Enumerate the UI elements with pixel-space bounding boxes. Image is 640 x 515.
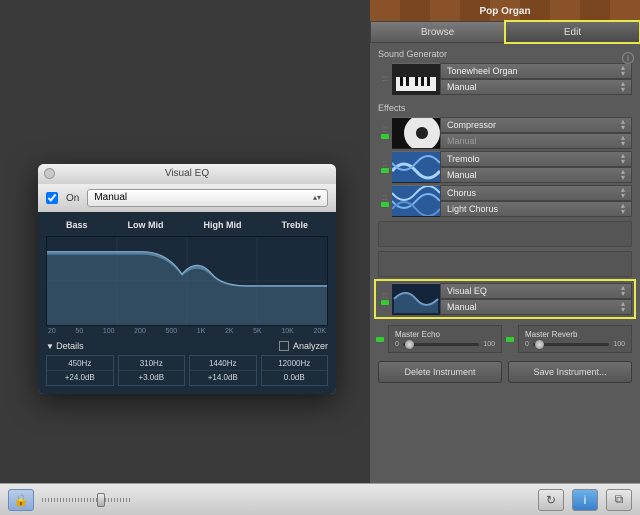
eq-details-toggle[interactable]: Details — [46, 341, 84, 351]
eq-band-headers: Bass Low Mid High Mid Treble — [46, 220, 328, 230]
empty-effect-slot[interactable] — [378, 221, 632, 247]
slot-handle[interactable]: :: — [378, 63, 392, 95]
loop-button[interactable]: ↻ — [538, 489, 564, 511]
master-echo: Master Echo 0100 — [388, 325, 502, 353]
eq-on-label: On — [66, 193, 79, 204]
effect-preset-dropdown[interactable]: Light Chorus▴▾ — [440, 201, 632, 217]
visual-eq-slot-highlight: :: Visual EQ▴▾ Manual▴▾ — [376, 281, 634, 317]
visual-eq-slot: :: Visual EQ▴▾ Manual▴▾ — [378, 283, 632, 315]
eq-titlebar[interactable]: Visual EQ — [38, 164, 336, 184]
chevron-updown-icon: ▴▾ — [313, 190, 321, 206]
bottom-toolbar: 🔒 ↻ i ⧉ — [0, 483, 640, 515]
master-reverb-led[interactable] — [506, 337, 514, 342]
effect-thumb[interactable] — [392, 117, 440, 149]
tab-edit[interactable]: Edit — [505, 21, 640, 43]
eq-band-cell[interactable]: 1440Hz+14.0dB — [189, 355, 257, 386]
effect-thumb[interactable] — [392, 151, 440, 183]
generator-preset-dropdown[interactable]: Manual▴▾ — [440, 79, 632, 95]
media-button[interactable]: ⧉ — [606, 489, 632, 511]
effect-preset-dropdown[interactable]: Manual▴▾ — [440, 133, 632, 149]
slot-handle[interactable]: :: — [378, 151, 392, 183]
inspector-panel: Pop Organ Browse Edit i Sound Generator … — [370, 0, 640, 483]
inspector-tabs: Browse Edit — [370, 21, 640, 43]
eq-band-cell[interactable]: 12000Hz0.0dB — [261, 355, 329, 386]
slot-handle[interactable]: :: — [378, 283, 392, 315]
tab-browse[interactable]: Browse — [370, 21, 505, 43]
effects-label: Effects — [370, 97, 640, 115]
visual-eq-window: Visual EQ On Manual ▴▾ Bass Low Mid High… — [38, 164, 336, 394]
visual-eq-thumb[interactable] — [392, 283, 440, 315]
eq-on-checkbox[interactable] — [46, 192, 58, 204]
lock-button[interactable]: 🔒 — [8, 489, 34, 511]
effect-name-dropdown[interactable]: Chorus▴▾ — [440, 185, 632, 201]
effect-thumb[interactable] — [392, 185, 440, 217]
empty-effect-slot[interactable] — [378, 251, 632, 277]
visual-eq-preset-dropdown[interactable]: Manual▴▾ — [440, 299, 632, 315]
lock-icon: 🔒 — [14, 493, 29, 507]
save-instrument-button[interactable]: Save Instrument... — [508, 361, 632, 383]
eq-preset-dropdown[interactable]: Manual ▴▾ — [87, 189, 328, 207]
effect-slot: :: Chorus▴▾ Light Chorus▴▾ — [378, 185, 632, 217]
close-icon[interactable] — [44, 168, 55, 179]
eq-analyzer-checkbox[interactable]: Analyzer — [279, 341, 328, 351]
master-row: Master Echo 0100 Master Reverb 0100 — [378, 325, 632, 353]
master-reverb: Master Reverb 0100 — [518, 325, 632, 353]
loop-icon: ↻ — [546, 493, 556, 507]
eq-x-labels: 20501002005001K2K5K10K20K — [46, 328, 328, 335]
master-echo-led[interactable] — [376, 337, 384, 342]
track-name: Pop Organ — [370, 6, 640, 17]
eq-band-cell[interactable]: 310Hz+3.0dB — [118, 355, 186, 386]
info-button[interactable]: i — [572, 489, 598, 511]
effect-slot: :: Compressor▴▾ Manual▴▾ — [378, 117, 632, 149]
master-echo-slider[interactable]: 0100 — [395, 341, 495, 348]
slot-handle[interactable]: :: — [378, 117, 392, 149]
master-reverb-slider[interactable]: 0100 — [525, 341, 625, 348]
eq-title: Visual EQ — [165, 168, 209, 179]
eq-graph[interactable] — [46, 236, 328, 326]
sound-generator-label: Sound Generator — [370, 43, 640, 61]
eq-value-grid: 450Hz+24.0dB 310Hz+3.0dB 1440Hz+14.0dB 1… — [46, 355, 328, 386]
volume-slider[interactable] — [42, 495, 132, 505]
generator-name-dropdown[interactable]: Tonewheel Organ▴▾ — [440, 63, 632, 79]
eq-body: Bass Low Mid High Mid Treble 20501002005… — [38, 212, 336, 394]
delete-instrument-button[interactable]: Delete Instrument — [378, 361, 502, 383]
visual-eq-name-dropdown[interactable]: Visual EQ▴▾ — [440, 283, 632, 299]
effect-preset-dropdown[interactable]: Manual▴▾ — [440, 167, 632, 183]
info-icon: i — [584, 493, 587, 507]
eq-toolbar: On Manual ▴▾ — [38, 184, 336, 212]
media-icon: ⧉ — [615, 492, 624, 507]
effect-name-dropdown[interactable]: Compressor▴▾ — [440, 117, 632, 133]
slot-handle[interactable]: :: — [378, 185, 392, 217]
effect-slot: :: Tremolo▴▾ Manual▴▾ — [378, 151, 632, 183]
info-icon[interactable]: i — [622, 52, 634, 64]
eq-band-cell[interactable]: 450Hz+24.0dB — [46, 355, 114, 386]
instrument-buttons: Delete Instrument Save Instrument... — [378, 361, 632, 383]
generator-thumb[interactable] — [392, 63, 440, 95]
generator-slot: :: Tonewheel Organ▴▾ Manual▴▾ — [378, 63, 632, 95]
effect-name-dropdown[interactable]: Tremolo▴▾ — [440, 151, 632, 167]
